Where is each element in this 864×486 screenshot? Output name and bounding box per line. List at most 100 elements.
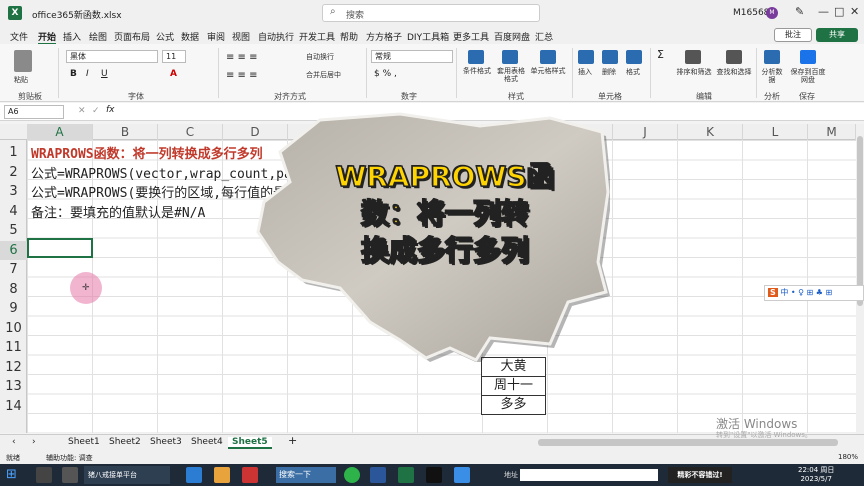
row-header[interactable]: 1 (0, 143, 27, 163)
analyze-data-icon[interactable] (764, 50, 780, 64)
capcut-icon[interactable] (426, 467, 442, 483)
column-header-m[interactable]: M (808, 124, 856, 140)
maximize-button[interactable]: □ (834, 5, 844, 18)
column-header-k[interactable]: K (678, 124, 743, 140)
row-header[interactable]: 3 (0, 182, 27, 202)
search-taskbar-icon[interactable] (36, 467, 52, 483)
vertical-scroll-thumb[interactable] (857, 136, 863, 306)
align-top-icon[interactable]: ≡ ≡ ≡ (226, 52, 258, 63)
row-header[interactable]: 8 (0, 280, 27, 300)
column-header-l[interactable]: L (743, 124, 808, 140)
pen-icon[interactable]: ✎ (795, 5, 804, 18)
insert-cells-icon[interactable] (578, 50, 594, 64)
folder-icon[interactable] (214, 467, 230, 483)
menu-automate[interactable]: 自动执行 (258, 30, 294, 43)
column-header-a[interactable]: A (27, 124, 93, 140)
row-header[interactable]: 13 (0, 377, 27, 397)
sort-filter-icon[interactable] (685, 50, 701, 64)
file-name[interactable]: office365新函数.xlsx (32, 8, 122, 21)
avatar[interactable]: M (766, 7, 778, 19)
tab-sheet4[interactable]: Sheet4 (191, 437, 223, 447)
address-input[interactable] (520, 469, 658, 481)
menu-file[interactable]: 文件 (10, 30, 28, 43)
percent-button[interactable]: $ % , (374, 69, 397, 79)
column-header-b[interactable]: B (93, 124, 158, 140)
menu-view[interactable]: 视图 (232, 30, 250, 43)
row-header[interactable]: 2 (0, 163, 27, 183)
tab-scroll-left-icon[interactable]: ‹ (12, 437, 16, 447)
taskbar-search[interactable]: 搜索一下 (276, 467, 336, 483)
align-left-icon[interactable]: ≡ ≡ ≡ (226, 70, 258, 81)
tab-sheet2[interactable]: Sheet2 (109, 437, 141, 447)
format-cells-icon[interactable] (626, 50, 642, 64)
row-header[interactable]: 7 (0, 260, 27, 280)
confirm-icon[interactable]: ✓ (92, 106, 100, 116)
menu-more-tools[interactable]: 更多工具 (453, 30, 489, 43)
cell-a4[interactable]: 备注：要填充的值默认是#N/A (31, 202, 205, 221)
row-header[interactable]: 11 (0, 338, 27, 358)
selected-cell-a6[interactable] (27, 238, 93, 258)
cancel-icon[interactable]: ✕ (78, 106, 86, 116)
menu-home[interactable]: 开始 (38, 30, 57, 45)
accessibility-status[interactable]: 辅助功能: 调查 (46, 453, 93, 463)
menu-developer[interactable]: 开发工具 (299, 30, 335, 43)
menu-baidu[interactable]: 百度网盘 (494, 30, 530, 43)
function-icon[interactable]: fx (106, 105, 115, 115)
taskbar-app-label[interactable]: 猪八戒接单平台 (84, 466, 170, 484)
clock[interactable]: 22:04 周日 2023/5/7 (798, 466, 834, 484)
baidu-save-icon[interactable] (800, 50, 816, 64)
underline-button[interactable]: U (101, 69, 108, 79)
comment-button[interactable]: 批注 (774, 28, 812, 42)
font-size-select[interactable]: 11 (162, 50, 186, 63)
menu-draw[interactable]: 绘图 (89, 30, 107, 43)
app2-icon[interactable] (454, 467, 470, 483)
column-header-c[interactable]: C (158, 124, 223, 140)
paste-icon[interactable] (14, 50, 32, 72)
horizontal-scrollbar[interactable] (538, 439, 838, 446)
cell-a1[interactable]: WRAPROWS函数：将一列转换成多行多列 (31, 143, 263, 162)
name-box[interactable]: A6 (4, 105, 64, 119)
font-color-button[interactable]: A (170, 69, 177, 79)
edge-icon[interactable] (186, 467, 202, 483)
app-icon[interactable] (242, 467, 258, 483)
zoom-level[interactable]: 180% (838, 453, 858, 461)
row-header[interactable]: 14 (0, 397, 27, 417)
number-format-select[interactable]: 常规 (371, 50, 453, 63)
ime-buttons[interactable]: 中 • ♀ ⊞ ♣ ⊞ (780, 288, 832, 297)
cell-h14[interactable]: 多多 (481, 395, 546, 415)
italic-button[interactable]: I (86, 69, 89, 79)
row-header[interactable]: 9 (0, 299, 27, 319)
ad-banner[interactable]: 精彩不容错过! (668, 467, 732, 483)
cell-style-icon[interactable] (540, 50, 556, 64)
tab-sheet1[interactable]: Sheet1 (68, 437, 100, 447)
add-sheet-button[interactable]: + (288, 434, 297, 447)
ime-toolbar[interactable]: S 中 • ♀ ⊞ ♣ ⊞ (764, 285, 864, 301)
table-format-icon[interactable] (502, 50, 518, 64)
menu-fangfang[interactable]: 方方格子 (366, 30, 402, 43)
conditional-format-icon[interactable] (468, 50, 484, 64)
cell-h13[interactable]: 周十一 (481, 376, 546, 396)
wrap-text-button[interactable]: 自动换行 (306, 53, 334, 61)
minimize-button[interactable]: — (818, 5, 829, 18)
row-header[interactable]: 5 (0, 221, 27, 241)
bold-button[interactable]: B (70, 69, 77, 79)
menu-summary[interactable]: 汇总 (535, 30, 553, 43)
menu-formulas[interactable]: 公式 (156, 30, 174, 43)
font-name-select[interactable]: 黑体 (66, 50, 158, 63)
row-header[interactable]: 6 (0, 240, 27, 260)
user-id[interactable]: M16568 (733, 8, 769, 18)
menu-review[interactable]: 审阅 (207, 30, 225, 43)
column-header-j[interactable]: J (613, 124, 678, 140)
share-button[interactable]: 共享 (816, 28, 858, 42)
menu-diy[interactable]: DIY工具箱 (407, 30, 449, 43)
menu-insert[interactable]: 插入 (63, 30, 81, 43)
menu-data[interactable]: 数据 (181, 30, 199, 43)
windows-start-icon[interactable]: ⊞ (6, 467, 17, 482)
autosum-icon[interactable]: Σ (657, 48, 664, 61)
tab-sheet5[interactable]: Sheet5 (228, 437, 272, 449)
row-header[interactable]: 10 (0, 319, 27, 339)
word-icon[interactable] (370, 467, 386, 483)
find-select-icon[interactable] (726, 50, 742, 64)
menu-help[interactable]: 帮助 (340, 30, 358, 43)
excel-taskbar-icon[interactable] (398, 467, 414, 483)
